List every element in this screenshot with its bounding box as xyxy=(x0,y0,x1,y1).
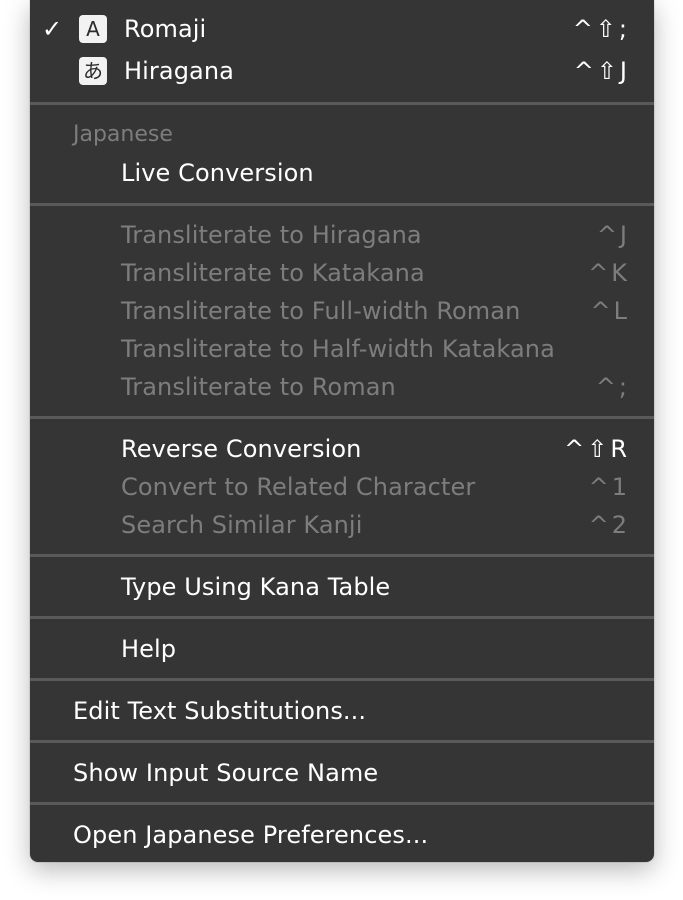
menu-item-reverse-conversion[interactable]: Reverse Conversion ^⇧R xyxy=(30,430,654,468)
menu-item-label: Help xyxy=(121,635,177,663)
menu-item-label: Edit Text Substitutions... xyxy=(73,697,367,725)
menu-item-label: Open Japanese Preferences... xyxy=(73,821,429,849)
menu-item-label: Reverse Conversion xyxy=(121,435,362,463)
menu-item-label: Convert to Related Character xyxy=(121,473,476,501)
input-menu: ✓ A Romaji ^⇧; あ Hiragana ^⇧J Japanese L… xyxy=(30,0,654,862)
menu-item-transliterate-full-width-roman[interactable]: Transliterate to Full-width Roman ^L xyxy=(30,292,654,330)
menu-separator xyxy=(30,416,654,419)
menu-item-shortcut: ^⇧; xyxy=(572,15,630,43)
menu-separator xyxy=(30,554,654,557)
menu-item-shortcut: ^⇧R xyxy=(564,435,630,463)
menu-item-label: Search Similar Kanji xyxy=(121,511,363,539)
menu-separator xyxy=(30,616,654,619)
menu-item-convert-related-character[interactable]: Convert to Related Character ^1 xyxy=(30,468,654,506)
menu-item-transliterate-roman[interactable]: Transliterate to Roman ^; xyxy=(30,368,654,406)
menu-item-label: Transliterate to Katakana xyxy=(121,259,425,287)
menu-item-shortcut: ^1 xyxy=(588,473,630,501)
menu-item-transliterate-katakana[interactable]: Transliterate to Katakana ^K xyxy=(30,254,654,292)
menu-item-label: Live Conversion xyxy=(121,159,314,187)
menu-item-label: Transliterate to Half-width Katakana xyxy=(121,335,555,363)
menu-item-hiragana[interactable]: あ Hiragana ^⇧J xyxy=(30,52,654,90)
menu-item-shortcut: ^L xyxy=(590,297,630,325)
section-header: Japanese xyxy=(73,122,173,147)
menu-separator xyxy=(30,102,654,105)
romaji-letter-icon: A xyxy=(79,15,107,43)
menu-item-edit-text-substitutions[interactable]: Edit Text Substitutions... xyxy=(30,692,654,730)
menu-item-show-input-source-name[interactable]: Show Input Source Name xyxy=(30,754,654,792)
menu-item-label: Transliterate to Roman xyxy=(121,373,396,401)
menu-separator xyxy=(30,802,654,805)
menu-separator xyxy=(30,203,654,206)
menu-item-label: Type Using Kana Table xyxy=(121,573,391,601)
menu-item-shortcut: ^J xyxy=(596,221,630,249)
menu-item-live-conversion[interactable]: Live Conversion xyxy=(30,154,654,192)
menu-item-shortcut: ^2 xyxy=(588,511,630,539)
menu-item-romaji[interactable]: ✓ A Romaji ^⇧; xyxy=(30,10,654,48)
menu-item-help[interactable]: Help xyxy=(30,630,654,668)
menu-item-transliterate-half-width-katakana[interactable]: Transliterate to Half-width Katakana xyxy=(30,330,654,368)
menu-item-type-using-kana-table[interactable]: Type Using Kana Table xyxy=(30,568,654,606)
menu-item-open-japanese-preferences[interactable]: Open Japanese Preferences... xyxy=(30,816,654,854)
menu-item-label: Transliterate to Full-width Roman xyxy=(121,297,521,325)
menu-item-label: Show Input Source Name xyxy=(73,759,379,787)
menu-item-label: Romaji xyxy=(124,15,207,43)
menu-item-label: Transliterate to Hiragana xyxy=(121,221,422,249)
checkmark-icon: ✓ xyxy=(42,15,63,43)
menu-item-label: Hiragana xyxy=(124,57,234,85)
menu-item-shortcut: ^K xyxy=(588,259,630,287)
hiragana-letter-icon: あ xyxy=(79,57,107,85)
menu-item-shortcut: ^; xyxy=(595,373,630,401)
menu-separator xyxy=(30,740,654,743)
menu-item-search-similar-kanji[interactable]: Search Similar Kanji ^2 xyxy=(30,506,654,544)
menu-item-shortcut: ^⇧J xyxy=(573,57,630,85)
menu-separator xyxy=(30,678,654,681)
menu-item-transliterate-hiragana[interactable]: Transliterate to Hiragana ^J xyxy=(30,216,654,254)
